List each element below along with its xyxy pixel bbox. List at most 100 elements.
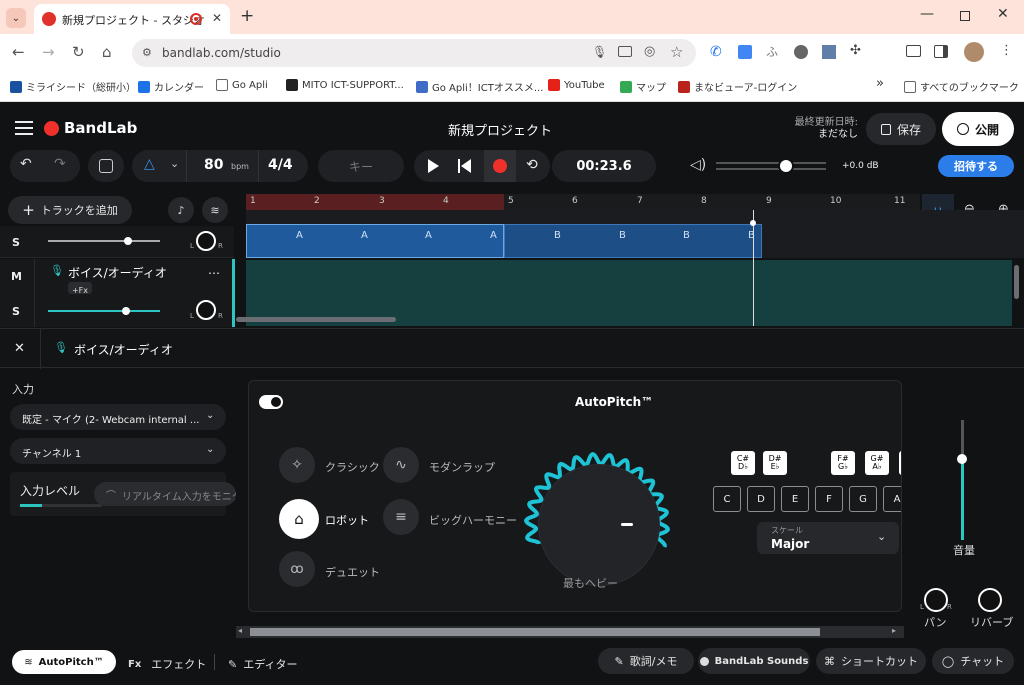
harmony-icon[interactable]: ≡ (383, 499, 419, 535)
tab-close-icon[interactable]: ✕ (212, 11, 222, 25)
panel-scrollbar[interactable]: ◂ ▸ (236, 626, 904, 638)
more-bookmarks-button[interactable]: » (876, 76, 884, 91)
minimize-icon[interactable]: — (920, 6, 934, 22)
track-1-solo-button[interactable]: S (12, 236, 20, 249)
metronome-dropdown-icon[interactable]: ⌄ (170, 157, 179, 170)
solo-button[interactable]: S (12, 305, 20, 318)
key-a-sharp[interactable]: A#B♭ (899, 451, 901, 475)
track-menu-icon[interactable]: … (208, 263, 220, 277)
all-bookmarks[interactable]: すべてのブックマーク (904, 79, 1019, 94)
chat-button[interactable]: ◯ チャット (932, 648, 1014, 674)
play-icon[interactable] (428, 159, 439, 173)
track-2-header[interactable]: M S 🎙 ボイス/オーディオ … +Fx L R (0, 259, 235, 327)
key-e[interactable]: E (781, 486, 809, 512)
bookmark-item[interactable]: Go Apli (216, 79, 268, 91)
track-1-lane[interactable]: A A A A B B B B (246, 210, 1024, 258)
fx-badge[interactable]: +Fx (68, 282, 92, 295)
bandlab-logo[interactable]: BandLab (44, 119, 137, 137)
bookmark-item[interactable]: ミライシード（総研小） (10, 79, 136, 94)
robot-icon[interactable]: ⌂ (279, 499, 319, 539)
track-1-pan-knob[interactable] (196, 231, 216, 251)
autopitch-tab[interactable]: ≋ AutoPitch™ (12, 650, 116, 674)
home-icon[interactable]: ⌂ (102, 43, 112, 61)
key-c-sharp[interactable]: C# D♭ (731, 451, 755, 475)
automation-button[interactable]: ≋ (202, 197, 228, 223)
side-panel-icon[interactable] (934, 45, 948, 58)
media-extension-icon[interactable] (794, 45, 808, 59)
track-volume-slider[interactable] (48, 307, 160, 315)
master-volume-slider[interactable] (716, 158, 826, 174)
scroll-right-arrow[interactable]: ▸ (892, 626, 896, 635)
scale-select[interactable]: スケール Major ⌄ (757, 522, 899, 554)
cast-icon[interactable] (906, 45, 921, 57)
bookmark-item[interactable]: MITO ICT-SUPPORT... (286, 79, 404, 91)
close-panel-button[interactable]: ✕ (14, 341, 25, 356)
invite-button[interactable]: 招待する (938, 155, 1014, 177)
redo-icon[interactable]: ↷ (54, 156, 66, 172)
lyrics-notes-button[interactable]: ✎ 歌詞/メモ (598, 648, 694, 674)
key-f[interactable]: F (815, 486, 843, 512)
skip-back-icon[interactable] (458, 159, 472, 173)
key-f-sharp[interactable]: F# G♭ (831, 451, 855, 475)
back-icon[interactable]: ← (12, 43, 25, 61)
time-signature[interactable]: 4/4 (268, 157, 293, 173)
address-bar[interactable]: ⚙ bandlab.com/studio 🎙 ◎ ☆ (132, 39, 696, 67)
window-close-icon[interactable]: ✕ (997, 6, 1009, 22)
browser-tab[interactable]: 新規プロジェクト - スタジオ ✕ (34, 4, 230, 34)
slider-thumb[interactable] (124, 237, 132, 245)
midi-region[interactable] (246, 224, 504, 258)
hamburger-menu-icon[interactable] (15, 121, 33, 135)
mic-icon[interactable]: 🎙 (592, 45, 607, 59)
grid-extension-icon[interactable] (822, 45, 836, 59)
realtime-monitor-toggle[interactable]: ⌒ リアルタイム入力をモニタリ (94, 482, 236, 506)
midi-region[interactable] (504, 224, 762, 258)
track-name[interactable]: ボイス/オーディオ (68, 264, 167, 281)
vertical-scrollbar[interactable] (1014, 265, 1019, 299)
key-c[interactable]: C (713, 486, 741, 512)
autopitch-toggle[interactable] (259, 395, 283, 409)
save-button[interactable]: 保存 (866, 113, 936, 145)
bookmark-item[interactable]: YouTube (548, 79, 605, 91)
new-tab-button[interactable]: + (240, 6, 254, 26)
track-pan-knob[interactable] (196, 300, 216, 320)
bookmark-item[interactable]: カレンダー (138, 79, 204, 94)
key-g[interactable]: G (849, 486, 877, 512)
playhead-handle[interactable] (750, 220, 756, 226)
input-device-select[interactable]: 既定 - マイク (2- Webcam internal ... ⌄ (10, 404, 226, 430)
bpm-value[interactable]: 80 (204, 157, 223, 173)
forward-icon[interactable]: → (42, 43, 55, 61)
profile-avatar[interactable] (964, 42, 984, 62)
metronome-icon[interactable]: △ (144, 156, 155, 172)
publish-button[interactable]: 公開 (942, 112, 1014, 146)
wave-icon[interactable]: ∿ (383, 447, 419, 483)
volume-slider-thumb[interactable] (778, 158, 794, 174)
key-a[interactable]: A (883, 486, 901, 512)
timeline-ruler[interactable]: 1 2 3 4 5 6 7 8 9 10 11 (246, 194, 920, 210)
key-d-sharp[interactable]: D# E♭ (763, 451, 787, 475)
furigana-extension-icon[interactable]: ふ (766, 43, 778, 60)
volume-fader[interactable] (938, 420, 986, 540)
eye-off-icon[interactable]: ◎ (644, 44, 655, 59)
site-settings-icon[interactable]: ⚙ (142, 46, 152, 59)
translate-extension-icon[interactable] (738, 45, 752, 59)
volume-fader-thumb[interactable] (957, 454, 967, 464)
playhead[interactable] (753, 210, 754, 326)
pan-knob[interactable] (924, 588, 948, 612)
loop-region-marker[interactable] (246, 194, 504, 210)
reverb-knob[interactable] (978, 588, 1002, 612)
autopitch-knob[interactable] (539, 465, 659, 585)
mode-classic[interactable]: クラシック (325, 459, 380, 475)
shortcuts-button[interactable]: ⌘ ショートカット (816, 648, 926, 674)
horizontal-scrollbar[interactable] (236, 317, 396, 322)
bookmark-item[interactable]: まなビューア-ログイン (678, 79, 797, 94)
loop-region-button[interactable] (88, 150, 124, 182)
slider-thumb[interactable] (122, 307, 130, 315)
bookmark-item[interactable]: Go Apli！ICTオススメ... (416, 79, 543, 94)
mode-robot[interactable]: ロボット (325, 512, 369, 528)
tab-search-button[interactable]: ⌄ (6, 8, 26, 28)
undo-icon[interactable]: ↶ (20, 156, 32, 172)
maximize-icon[interactable] (960, 11, 970, 21)
mode-big-harmony[interactable]: ビッグハーモニー (429, 512, 517, 528)
channel-select[interactable]: チャンネル 1 ⌄ (10, 438, 226, 464)
mode-modern-rap[interactable]: モダンラップ (429, 459, 495, 475)
